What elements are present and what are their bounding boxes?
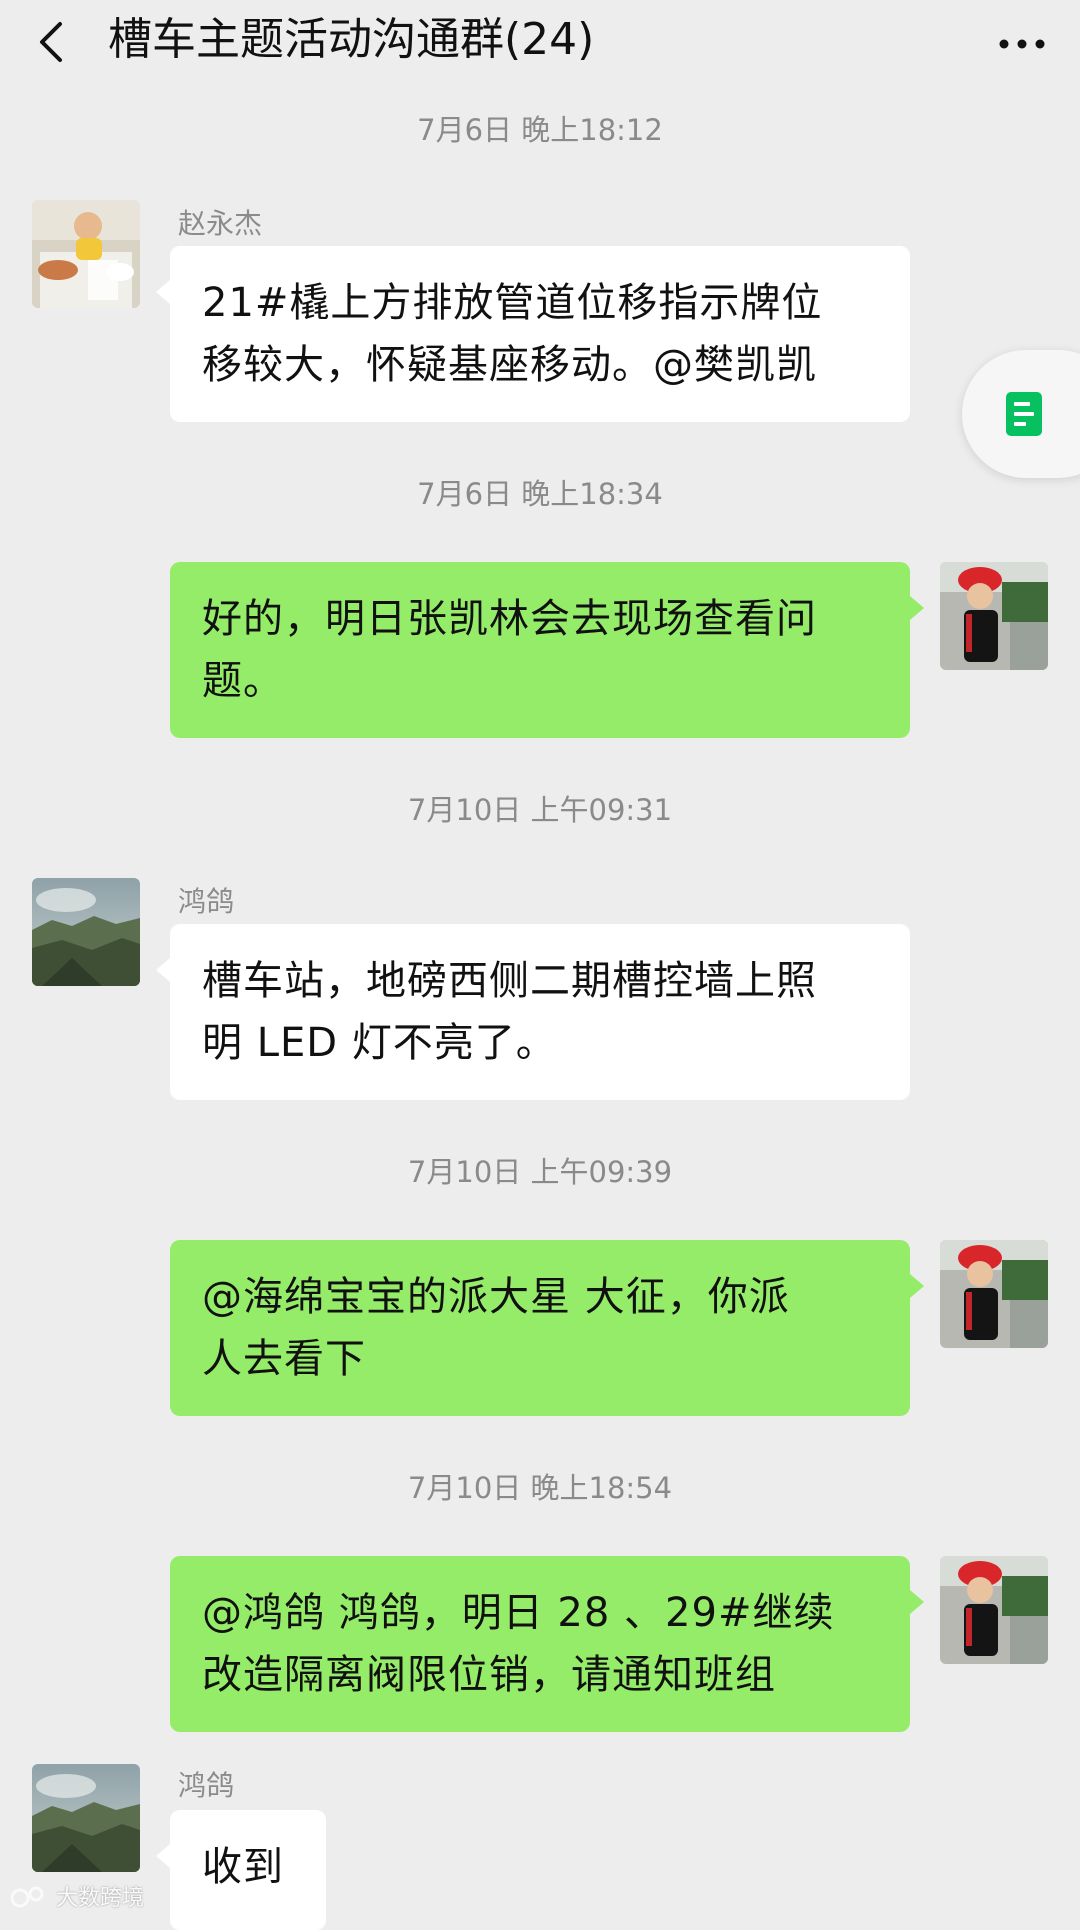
avatar-child-red-helmet [940,562,1048,670]
chevron-left-icon [40,22,62,62]
message-bubble-outgoing[interactable]: 好的，明日张凯林会去现场查看问 题。 [170,562,924,738]
avatar-hongge[interactable] [32,1764,140,1872]
sender-name: 赵永杰 [178,207,263,240]
message-bubble-incoming[interactable]: 槽车站，地磅西侧二期槽控墙上照 明 LED 灯不亮了。 [156,924,910,1100]
message-line: 题。 [202,658,284,704]
chat-title: 槽车主题活动沟通群(24) [108,14,595,65]
avatar-self[interactable] [940,1556,1048,1664]
message-line: @海绵宝宝的派大星 大征，你派 [202,1274,790,1320]
message-timestamp: 7月6日 晚上18:12 [417,113,663,147]
message-line: 收到 [202,1844,284,1890]
avatar-zhao-yongjie[interactable] [32,200,140,308]
message-bubble-outgoing[interactable]: @海绵宝宝的派大星 大征，你派 人去看下 [170,1240,924,1416]
watermark-logo-icon [10,1886,44,1908]
avatar-child-red-helmet [940,1556,1048,1664]
floating-note-button[interactable] [962,350,1080,478]
sender-name: 鸿鸽 [178,1769,235,1802]
more-button[interactable] [992,14,1052,70]
message-line: 明 LED 灯不亮了。 [202,1020,557,1066]
avatar-mountain-landscape [32,1764,140,1872]
message-line: 好的，明日张凯林会去现场查看问 [202,596,817,642]
message-timestamp: 7月10日 晚上18:54 [407,1471,673,1505]
avatar-child-red-helmet [940,1240,1048,1348]
message-timestamp: 7月6日 晚上18:34 [417,477,663,511]
avatar-mountain-landscape [32,878,140,986]
avatar-child-photo [32,200,140,308]
message-line: 人去看下 [202,1336,366,1382]
message-line: 槽车站，地磅西侧二期槽控墙上照 [202,958,817,1004]
message-bubble-incoming[interactable]: 21#橇上方排放管道位移指示牌位 移较大，怀疑基座移动。@樊凯凯 [156,246,910,422]
sender-name: 鸿鸽 [178,885,235,918]
watermark-text: 大数跨境 [56,1886,145,1911]
avatar-self[interactable] [940,1240,1048,1348]
avatar-self[interactable] [940,562,1048,670]
avatar-hongge[interactable] [32,878,140,986]
more-dots-icon [999,39,1045,49]
message-line: 改造隔离阀限位销，请通知班组 [202,1652,776,1698]
back-button[interactable] [26,14,82,70]
chat-header: 槽车主题活动沟通群(24) [0,0,1080,80]
message-line: 21#橇上方排放管道位移指示牌位 [202,280,823,326]
message-line: 移较大，怀疑基座移动。@樊凯凯 [202,342,817,388]
message-line: @鸿鸽 鸿鸽，明日 28 、29#继续 [202,1590,835,1636]
message-timestamp: 7月10日 上午09:31 [407,793,673,827]
message-timestamp: 7月10日 上午09:39 [407,1155,673,1189]
watermark: 大数跨境 [10,1880,144,1912]
note-icon [1006,392,1042,436]
message-bubble-incoming[interactable]: 收到 [156,1810,326,1930]
message-bubble-outgoing[interactable]: @鸿鸽 鸿鸽，明日 28 、29#继续 改造隔离阀限位销，请通知班组 [170,1556,924,1732]
